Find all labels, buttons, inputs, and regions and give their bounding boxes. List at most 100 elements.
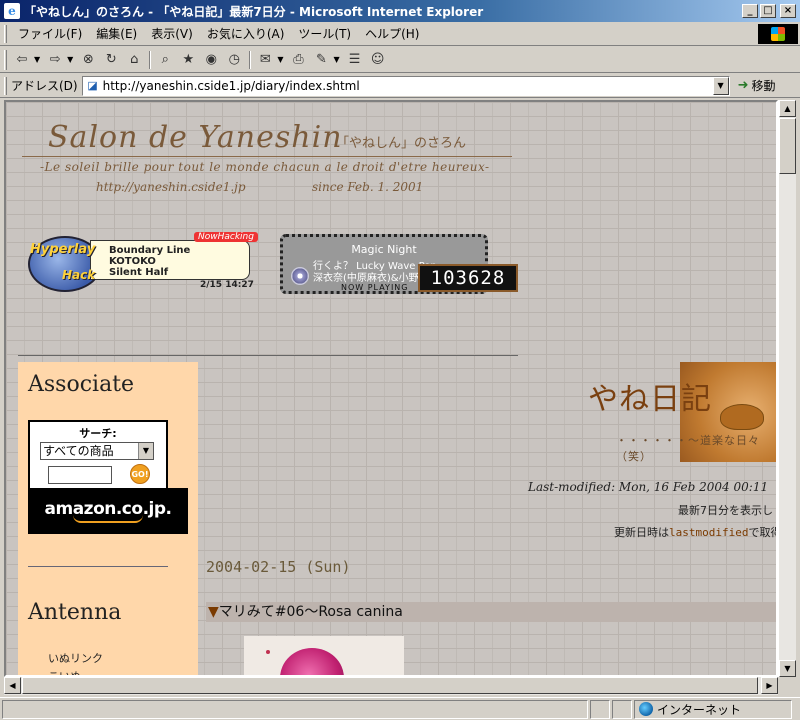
address-grip[interactable] bbox=[4, 76, 7, 95]
scroll-down-icon[interactable]: ▼ bbox=[779, 660, 796, 677]
mail-dropdown-icon[interactable]: ▼ bbox=[277, 55, 283, 64]
messenger-icon[interactable]: ☺ bbox=[367, 50, 389, 70]
toolbar-grip[interactable] bbox=[4, 49, 7, 70]
update-note-prefix: 更新日時は bbox=[614, 526, 669, 539]
maximize-button[interactable]: □ bbox=[760, 4, 776, 18]
refresh-icon[interactable]: ↻ bbox=[100, 50, 122, 70]
globe-icon bbox=[639, 702, 653, 716]
menu-favorites[interactable]: お気に入り(A) bbox=[200, 23, 292, 44]
diary-subtitle: ・・・・・・〜道楽な日々（笑） bbox=[616, 434, 760, 463]
amazon-go-button[interactable]: GO! bbox=[130, 464, 150, 484]
history-icon[interactable]: ◷ bbox=[223, 50, 245, 70]
status-zone-label: インターネット bbox=[657, 702, 742, 717]
back-dropdown-icon[interactable]: ▼ bbox=[34, 55, 40, 64]
forward-icon[interactable]: ⇨ bbox=[44, 50, 66, 70]
standard-toolbar: ⇦ ▼ ⇨ ▼ ⊗ ↻ ⌂ ⌕ ★ ◉ ◷ ✉ ▼ ⎙ ✎ ▼ ☰ ☺ bbox=[0, 47, 800, 73]
vertical-scroll-thumb[interactable] bbox=[779, 118, 796, 174]
windows-logo-icon bbox=[758, 24, 798, 44]
stop-icon[interactable]: ⊗ bbox=[77, 50, 99, 70]
amazon-category-select[interactable]: すべての商品 ▼ bbox=[40, 442, 154, 460]
associate-title: Associate bbox=[28, 372, 135, 397]
vertical-scrollbar[interactable]: ▲ ▼ bbox=[778, 100, 796, 677]
hyperlay-badge: NowHacking bbox=[194, 232, 258, 242]
status-text bbox=[2, 699, 588, 719]
select-dropdown-icon[interactable]: ▼ bbox=[138, 443, 153, 459]
site-since: since Feb. 1. 2001 bbox=[312, 180, 424, 194]
lastmodified-link[interactable]: lastmodified bbox=[669, 526, 748, 539]
menu-help[interactable]: ヘルプ(H) bbox=[358, 23, 426, 44]
entry-marker-icon: ▼ bbox=[208, 604, 219, 620]
amazon-search-label: サーチ: bbox=[79, 427, 117, 440]
show-recent-note: 最新7日分を表示し bbox=[678, 504, 773, 517]
site-title: Salon de Yaneshin bbox=[48, 120, 343, 155]
update-note-suffix: で取得 bbox=[748, 526, 776, 539]
horizontal-scrollbar[interactable]: ◀ ▶ bbox=[4, 677, 778, 695]
edit-dropdown-icon[interactable]: ▼ bbox=[333, 55, 339, 64]
status-security bbox=[612, 699, 632, 719]
mail-icon[interactable]: ✉ bbox=[254, 50, 276, 70]
hyperlay-widget[interactable]: Boundary Line KOTOKO Silent Half Hyperla… bbox=[28, 232, 258, 294]
minimize-button[interactable]: _ bbox=[742, 4, 758, 18]
address-input[interactable]: ◪ http://yaneshin.cside1.jp/diary/index.… bbox=[81, 75, 730, 96]
address-bar: アドレス(D) ◪ http://yaneshin.cside1.jp/diar… bbox=[0, 74, 800, 98]
media-icon[interactable]: ◉ bbox=[200, 50, 222, 70]
site-subtitle: 「やねしん」のさろん bbox=[336, 136, 467, 151]
now-playing-title: Magic Night bbox=[351, 243, 417, 256]
menu-tools[interactable]: ツール(T) bbox=[291, 23, 358, 44]
amazon-logo[interactable]: amazon.co.jp. bbox=[28, 488, 188, 534]
hyperlay-track: Boundary Line bbox=[109, 245, 191, 256]
home-icon[interactable]: ⌂ bbox=[123, 50, 145, 70]
hyperlay-time: 2/15 14:27 bbox=[200, 280, 254, 290]
antenna-link-inu[interactable]: いぬリンク bbox=[48, 650, 103, 666]
entry-heading: ▼マリみて#06〜Rosa canina bbox=[206, 602, 776, 622]
content-divider bbox=[18, 355, 518, 356]
go-button[interactable]: ➜ 移動 bbox=[738, 77, 776, 94]
now-playing-label: NOW PLAYING bbox=[341, 283, 409, 292]
entry-title: マリみて#06〜Rosa canina bbox=[218, 604, 403, 620]
menu-view[interactable]: 表示(V) bbox=[144, 23, 200, 44]
ie-icon: e bbox=[4, 3, 20, 19]
antenna-link-koinu[interactable]: こいぬ bbox=[48, 668, 81, 675]
rose-image bbox=[280, 648, 344, 675]
address-label: アドレス(D) bbox=[11, 79, 78, 93]
site-motto: -Le soleil brille pour tout le monde cha… bbox=[40, 160, 490, 174]
title-bar: e 「やねしん」のさろん - 「やね日記」最新7日分 - Microsoft I… bbox=[0, 0, 800, 22]
toolbar-separator bbox=[249, 50, 252, 69]
scroll-up-icon[interactable]: ▲ bbox=[779, 100, 796, 117]
site-url: http://yaneshin.cside1.jp bbox=[96, 180, 246, 194]
menu-file[interactable]: ファイル(F) bbox=[11, 23, 89, 44]
window-controls: _ □ × bbox=[742, 4, 796, 18]
scrollbar-corner bbox=[778, 677, 796, 695]
menu-edit[interactable]: 編集(E) bbox=[89, 23, 144, 44]
entry-date: 2004-02-15 (Sun) bbox=[206, 558, 351, 576]
update-note: 更新日時はlastmodifiedで取得 bbox=[614, 524, 776, 540]
sidebar: Associate サーチ: すべての商品 ▼ GO! amazon.co.jp… bbox=[18, 362, 198, 675]
cd-icon bbox=[291, 267, 309, 285]
address-dropdown-icon[interactable]: ▼ bbox=[712, 76, 729, 95]
close-button[interactable]: × bbox=[780, 4, 796, 18]
discuss-icon[interactable]: ☰ bbox=[344, 50, 366, 70]
entry-image-dot bbox=[266, 650, 270, 654]
print-icon[interactable]: ⎙ bbox=[287, 50, 309, 70]
hyperlay-logo-text2: Hack bbox=[62, 268, 96, 282]
horizontal-scroll-thumb[interactable] bbox=[22, 677, 758, 694]
page-icon: ◪ bbox=[87, 79, 98, 92]
scroll-left-icon[interactable]: ◀ bbox=[4, 677, 21, 694]
search-icon[interactable]: ⌕ bbox=[154, 50, 176, 70]
last-modified: Last-modified: Mon, 16 Feb 2004 00:11 bbox=[528, 480, 769, 494]
amazon-keyword-input[interactable] bbox=[48, 466, 112, 484]
toolbar-separator bbox=[149, 50, 152, 69]
forward-dropdown-icon[interactable]: ▼ bbox=[67, 55, 73, 64]
hyperlay-panel: Boundary Line KOTOKO Silent Half bbox=[90, 240, 250, 280]
address-url[interactable]: http://yaneshin.cside1.jp/diary/index.sh… bbox=[103, 79, 713, 93]
favorites-icon[interactable]: ★ bbox=[177, 50, 199, 70]
amazon-smile-icon bbox=[73, 515, 143, 523]
status-bar: インターネット bbox=[0, 697, 800, 720]
hyperlay-artist: KOTOKO bbox=[109, 256, 156, 267]
menu-grip[interactable] bbox=[4, 24, 7, 43]
edit-icon[interactable]: ✎ bbox=[310, 50, 332, 70]
diary-title: やね日記 bbox=[588, 382, 712, 417]
amazon-category-value: すべての商品 bbox=[43, 444, 114, 458]
scroll-right-icon[interactable]: ▶ bbox=[761, 677, 778, 694]
back-icon[interactable]: ⇦ bbox=[11, 50, 33, 70]
